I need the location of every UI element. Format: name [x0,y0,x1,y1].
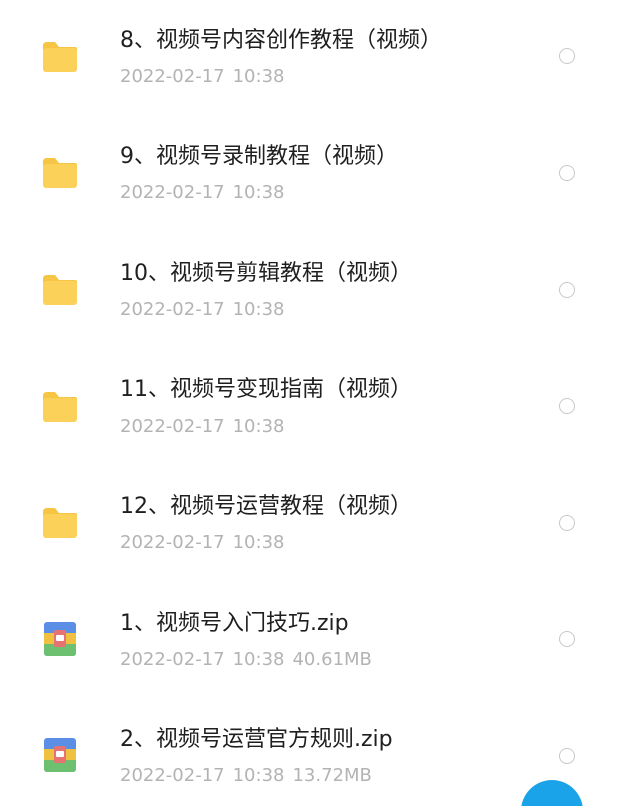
file-time: 10:38 [232,649,285,670]
select-checkbox[interactable] [559,282,575,298]
file-name: 1、视频号入门技巧.zip [120,611,349,636]
file-time: 10:38 [232,765,285,786]
select-checkbox[interactable] [559,398,575,414]
file-meta: 2022-02-17 10:38 [120,66,292,88]
file-time: 10:38 [232,299,285,320]
file-date: 2022-02-17 [120,649,225,670]
select-checkbox[interactable] [559,165,575,181]
file-time: 10:38 [232,66,285,87]
folder-icon [41,390,79,424]
file-row-0[interactable]: 8、视频号内容创作教程（视频） 2022-02-17 10:38 [0,0,617,116]
file-row-2[interactable]: 10、视频号剪辑教程（视频） 2022-02-17 10:38 [0,233,617,349]
file-meta: 2022-02-17 10:38 [120,532,292,554]
folder-icon [41,40,79,74]
zip-archive-icon [43,737,77,773]
file-meta: 2022-02-17 10:38 40.61MB [120,649,380,671]
select-checkbox[interactable] [559,48,575,64]
file-row-5[interactable]: 1、视频号入门技巧.zip 2022-02-17 10:38 40.61MB [0,583,617,699]
zip-archive-icon [43,621,77,657]
folder-icon [41,273,79,307]
file-size: 40.61MB [292,649,372,670]
file-row-1[interactable]: 9、视频号录制教程（视频） 2022-02-17 10:38 [0,116,617,232]
file-date: 2022-02-17 [120,182,225,203]
select-checkbox[interactable] [559,515,575,531]
file-name: 2、视频号运营官方规则.zip [120,727,393,752]
file-date: 2022-02-17 [120,765,225,786]
file-date: 2022-02-17 [120,416,225,437]
file-date: 2022-02-17 [120,299,225,320]
file-row-6[interactable]: 2、视频号运营官方规则.zip 2022-02-17 10:38 13.72MB [0,699,617,806]
file-meta: 2022-02-17 10:38 [120,182,292,204]
file-meta: 2022-02-17 10:38 [120,299,292,321]
file-time: 10:38 [232,416,285,437]
file-name: 10、视频号剪辑教程（视频） [120,261,412,286]
file-list: 8、视频号内容创作教程（视频） 2022-02-17 10:38 9、视频号录制教… [0,0,617,806]
file-size: 13.72MB [292,765,372,786]
file-name: 12、视频号运营教程（视频） [120,494,412,519]
file-name: 8、视频号内容创作教程（视频） [120,28,442,53]
file-row-4[interactable]: 12、视频号运营教程（视频） 2022-02-17 10:38 [0,466,617,582]
select-checkbox[interactable] [559,748,575,764]
select-checkbox[interactable] [559,631,575,647]
file-name: 11、视频号变现指南（视频） [120,377,412,402]
file-meta: 2022-02-17 10:38 [120,416,292,438]
folder-icon [41,156,79,190]
file-time: 10:38 [232,182,285,203]
file-meta: 2022-02-17 10:38 13.72MB [120,765,380,787]
file-time: 10:38 [232,532,285,553]
file-date: 2022-02-17 [120,532,225,553]
file-name: 9、视频号录制教程（视频） [120,144,398,169]
file-date: 2022-02-17 [120,66,225,87]
file-row-3[interactable]: 11、视频号变现指南（视频） 2022-02-17 10:38 [0,349,617,465]
folder-icon [41,506,79,540]
